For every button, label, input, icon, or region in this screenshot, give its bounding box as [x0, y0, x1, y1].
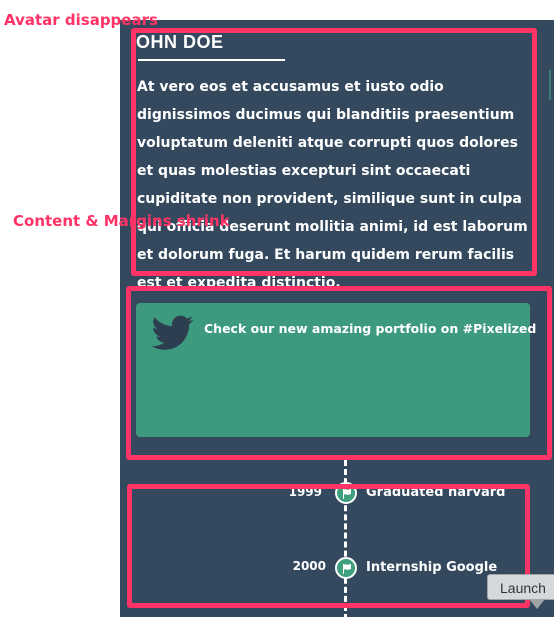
launch-button[interactable]: Launch: [487, 574, 554, 600]
highlight-box-tweet: [126, 286, 552, 460]
launch-caret-icon: [529, 599, 545, 609]
annotation-avatar: Avatar disappears: [4, 11, 158, 29]
annotation-content: Content & Margins shrink: [13, 212, 230, 230]
accent-line: [549, 70, 551, 100]
highlight-box-bio: [131, 28, 537, 276]
highlight-box-timeline: [127, 484, 530, 608]
